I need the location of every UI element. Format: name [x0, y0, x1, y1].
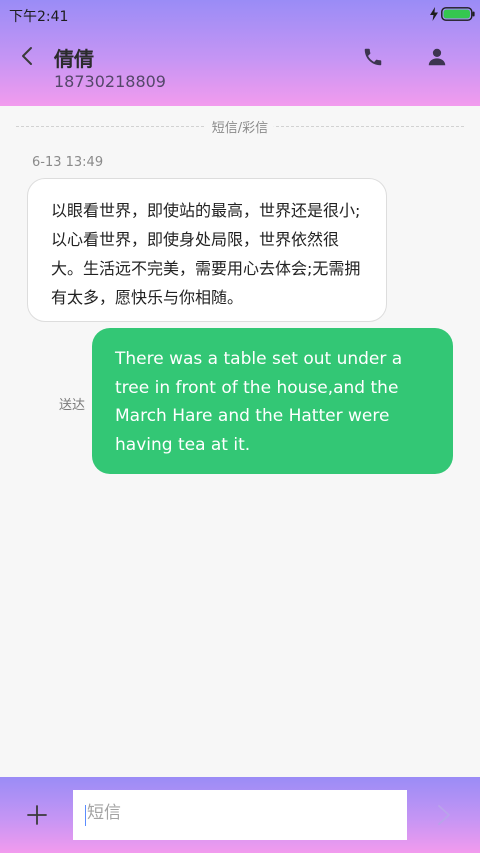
status-bar: 下午2:41 [0, 0, 480, 28]
incoming-message-bubble[interactable]: 以眼看世界，即使站的最高，世界还是很小;以心看世界，即使身处局限，世界依然很大。… [27, 178, 387, 322]
send-icon[interactable] [434, 803, 454, 827]
charging-icon [430, 7, 438, 21]
message-input-box[interactable] [73, 790, 407, 840]
contact-number: 18730218809 [54, 72, 166, 91]
add-icon[interactable] [26, 804, 48, 826]
battery-icon [441, 7, 475, 21]
contact-name: 倩倩 [54, 47, 94, 71]
message-timestamp: 6-13 13:49 [32, 155, 104, 170]
message-input[interactable] [87, 803, 387, 823]
delivery-status: 送达 [59, 398, 86, 413]
separator-label: 短信/彩信 [205, 117, 275, 136]
message-type-separator: 短信/彩信 [16, 117, 464, 137]
text-caret [85, 805, 86, 826]
title-bar: 下午2:41 倩倩 18730218809 [0, 0, 480, 106]
outgoing-message-bubble[interactable]: There was a table set out under a tree i… [92, 328, 453, 474]
contact-icon[interactable] [426, 46, 448, 68]
status-time: 下午2:41 [9, 9, 69, 25]
back-arrow-icon[interactable] [18, 46, 38, 66]
composer-bar [0, 777, 480, 853]
phone-icon[interactable] [362, 46, 384, 68]
